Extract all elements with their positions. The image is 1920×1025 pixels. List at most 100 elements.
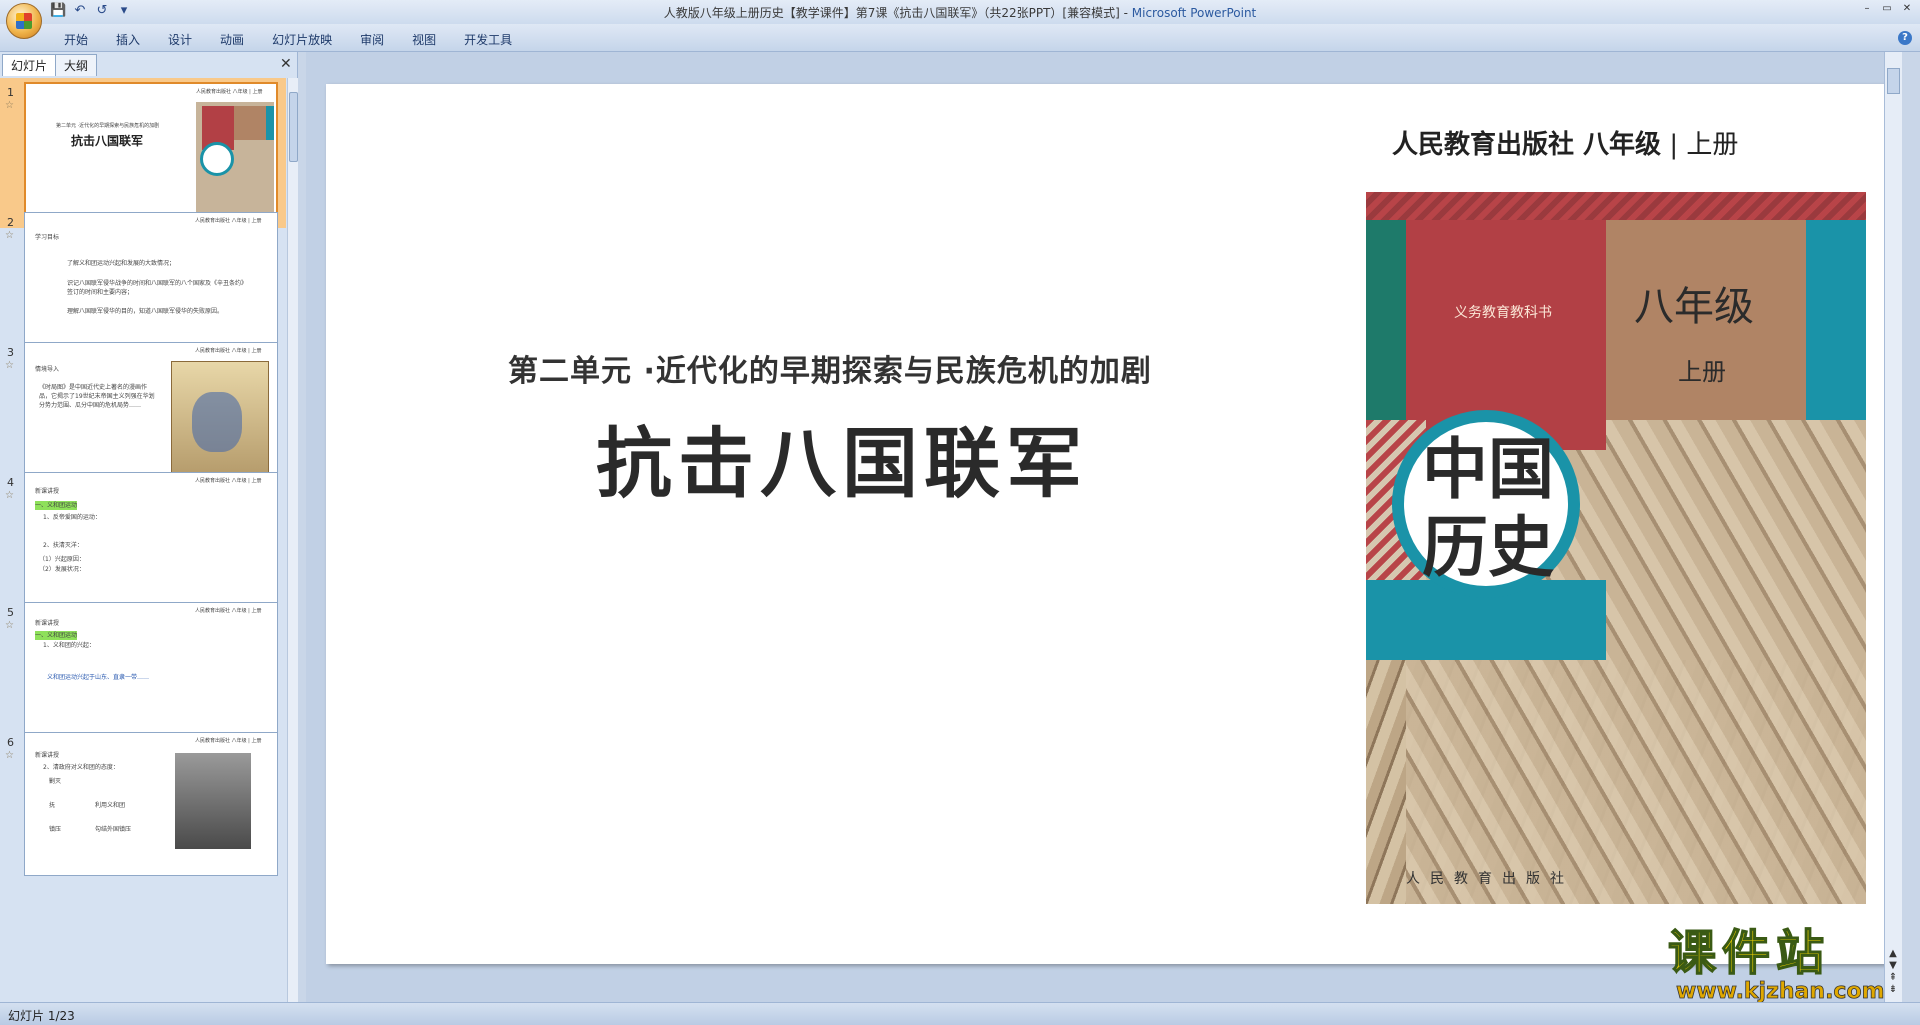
publisher-volume: 上册 [1686, 130, 1739, 160]
app-name: Microsoft PowerPoint [1131, 6, 1257, 20]
transition-star-icon: ☆ [5, 360, 14, 371]
thumb-line: 一、义和团运动 [35, 501, 78, 510]
thumb-line: 勾结外国镇压 [95, 826, 132, 833]
thumb-heading: 学习目标 [35, 234, 60, 241]
transition-star-icon: ☆ [5, 230, 14, 241]
restore-button[interactable]: ▭ [1878, 2, 1896, 16]
editor-scrollbar[interactable]: ▲ ▼ ⇞ ⇟ [1884, 52, 1902, 1002]
cover-volume: 上册 [1678, 358, 1726, 386]
cover-top-band [1366, 192, 1866, 220]
thumb-line: 一、义和团运动 [35, 631, 78, 640]
thumb-line: 2、扶清灭洋： [43, 542, 83, 549]
tab-animations[interactable]: 动画 [206, 29, 258, 50]
thumb-line: 利用义和团 [95, 802, 126, 809]
slide-thumbnail-6[interactable]: 6 ☆ 人民教育出版社 八年级 | 上册 新课讲授 2、清政府对义和团的态度： … [0, 728, 286, 878]
thumb-line: 1、反帝爱国的运动： [43, 514, 101, 521]
thumb-line: 义和团运动兴起于山东、直隶一带…… [47, 674, 150, 681]
thumbnail-number: 4 [7, 476, 14, 489]
slide-thumbnail-1[interactable]: 1 ☆ 人民教育出版社 八年级 | 上册 第二单元 ·近代化的早期探索与民族危机… [0, 78, 286, 228]
lesson-title[interactable]: 抗击八国联军 [596, 402, 1088, 512]
thumb-line: 识记八国联军侵华战争的时间和八国联军的八个国家及《辛丑条约》签订的时间和主要内容… [67, 280, 248, 296]
tab-outline[interactable]: 大纲 [55, 54, 98, 76]
office-button[interactable] [6, 3, 42, 39]
thumb-line: 《时局图》是中国近代史上著名的漫画作品，它揭示了19世纪末帝国主义列强在华划分势… [39, 384, 155, 409]
document-title: 人教版八年级上册历史【教学课件】第7课《抗击八国联军》（共22张PPT）[兼容模… [663, 6, 1120, 20]
thumb-header: 人民教育出版社 八年级 | 上册 [195, 608, 262, 614]
transition-star-icon: ☆ [5, 490, 14, 501]
transition-star-icon: ☆ [5, 750, 14, 761]
tab-home[interactable]: 开始 [50, 29, 102, 50]
title-bar: 💾 ↶ ↺ ▾ 人教版八年级上册历史【教学课件】第7课《抗击八国联军》（共22张… [0, 0, 1920, 39]
tab-slideshow[interactable]: 幻灯片放映 [258, 29, 346, 50]
thumb-cover-image [196, 102, 274, 218]
thumb-line: 抚 [49, 802, 56, 809]
thumb-header: 人民教育出版社 八年级 | 上册 [196, 89, 263, 95]
thumbnail-number: 3 [7, 346, 14, 359]
cover-teal-block [1806, 220, 1866, 420]
publisher-separator: | [1661, 130, 1687, 160]
slide-editor: 人民教育出版社 八年级 | 上册 第二单元 ·近代化的早期探索与民族危机的加剧 … [306, 52, 1902, 1002]
publisher-name: 人民教育出版社 八年级 [1392, 130, 1662, 160]
thumbnail-number: 2 [7, 216, 14, 229]
thumb-heading: 情境导入 [35, 366, 60, 373]
prev-next-slide-icon[interactable]: ▲ ▼ ⇞ ⇟ [1886, 948, 1900, 996]
tab-review[interactable]: 审阅 [346, 29, 398, 50]
slide-thumbnail-4[interactable]: 4 ☆ 人民教育出版社 八年级 | 上册 新课讲授 一、义和团运动 1、反帝爱国… [0, 468, 286, 618]
status-bar: 幻灯片 1/23 [0, 1002, 1920, 1025]
minimize-button[interactable]: – [1858, 2, 1876, 16]
thumb-map-image [171, 361, 269, 479]
watermark-logo: 课件站 www.kjzhan.com [1667, 925, 1885, 1004]
thumb-header: 人民教育出版社 八年级 | 上册 [195, 348, 262, 354]
tab-insert[interactable]: 插入 [102, 29, 154, 50]
thumb-line: 1、义和团的兴起： [43, 642, 95, 649]
window-controls: – ▭ ✕ [1858, 2, 1916, 16]
scroll-thumb[interactable] [289, 92, 298, 162]
slide-publisher: 人民教育出版社 八年级 | 上册 [1392, 124, 1738, 161]
slide-thumbnail-5[interactable]: 5 ☆ 人民教育出版社 八年级 | 上册 新课讲授 一、义和团运动 1、义和团的… [0, 598, 286, 748]
thumbnail-preview: 人民教育出版社 八年级 | 上册 新课讲授 一、义和团运动 1、义和团的兴起： … [24, 602, 278, 746]
thumb-line: 了解义和团运动兴起和发展的大致情况； [67, 260, 176, 267]
panel-tabs: 幻灯片 大纲 [2, 54, 98, 76]
cover-title: 中国历史 [1422, 430, 1554, 586]
unit-title[interactable]: 第二单元 ·近代化的早期探索与民族危机的加剧 [508, 346, 1152, 390]
cover-publisher: 人民教育出版社 [1406, 871, 1574, 887]
thumb-heading: 新课讲授 [35, 752, 60, 759]
thumbnail-number: 6 [7, 736, 14, 749]
slide-counter: 幻灯片 1/23 [8, 1009, 75, 1023]
tab-design[interactable]: 设计 [154, 29, 206, 50]
thumbnail-preview: 人民教育出版社 八年级 | 上册 第二单元 ·近代化的早期探索与民族危机的加剧 … [24, 82, 278, 226]
slide-thumbnail-2[interactable]: 2 ☆ 人民教育出版社 八年级 | 上册 学习目标 了解义和团运动兴起和发展的大… [0, 208, 286, 358]
thumb-header: 人民教育出版社 八年级 | 上册 [195, 738, 262, 744]
tab-slides[interactable]: 幻灯片 [2, 54, 57, 76]
cover-textbook-label: 义务教育教科书 [1454, 305, 1552, 321]
tab-developer[interactable]: 开发工具 [450, 29, 526, 50]
slides-panel: 幻灯片 大纲 ✕ 1 ☆ 人民教育出版社 八年级 | 上册 第二单元 ·近代化的… [0, 52, 298, 1002]
window-title: 人教版八年级上册历史【教学课件】第7课《抗击八国联军》（共22张PPT）[兼容模… [0, 4, 1920, 21]
help-icon[interactable]: ? [1898, 31, 1912, 45]
thumb-unit: 第二单元 ·近代化的早期探索与民族危机的加剧 [56, 123, 160, 129]
transition-star-icon: ☆ [5, 100, 14, 111]
thumbnail-preview: 人民教育出版社 八年级 | 上册 新课讲授 2、清政府对义和团的态度： 剿灭 抚… [24, 732, 278, 876]
panel-scrollbar[interactable] [287, 78, 298, 1002]
thumbnail-preview: 人民教育出版社 八年级 | 上册 情境导入 《时局图》是中国近代史上著名的漫画作… [24, 342, 278, 486]
close-button[interactable]: ✕ [1898, 2, 1916, 16]
thumb-line: （1）兴起原因： [39, 556, 85, 563]
tab-view[interactable]: 视图 [398, 29, 450, 50]
panel-close-icon[interactable]: ✕ [280, 56, 292, 72]
thumbnail-number: 1 [7, 86, 14, 99]
book-cover-image[interactable]: 义务教育教科书 八年级 上册 中国历史 人民教育出版社 [1366, 192, 1866, 904]
thumb-header: 人民教育出版社 八年级 | 上册 [195, 218, 262, 224]
scroll-thumb[interactable] [1887, 68, 1900, 94]
office-logo-icon [16, 13, 32, 29]
thumb-header: 人民教育出版社 八年级 | 上册 [195, 478, 262, 484]
watermark-url: www.kjzhan.com [1676, 979, 1885, 1004]
ribbon: 开始 插入 设计 动画 幻灯片放映 审阅 视图 开发工具 ? [0, 24, 1920, 52]
current-slide[interactable]: 人民教育出版社 八年级 | 上册 第二单元 ·近代化的早期探索与民族危机的加剧 … [326, 84, 1890, 964]
thumb-line: （2）发展状况： [39, 566, 85, 573]
cover-green-block [1366, 220, 1406, 420]
thumbnail-number: 5 [7, 606, 14, 619]
thumb-line: 镇压 [49, 826, 62, 833]
slide-thumbnail-3[interactable]: 3 ☆ 人民教育出版社 八年级 | 上册 情境导入 《时局图》是中国近代史上著名… [0, 338, 286, 488]
transition-star-icon: ☆ [5, 620, 14, 631]
title-separator: - [1119, 6, 1132, 20]
